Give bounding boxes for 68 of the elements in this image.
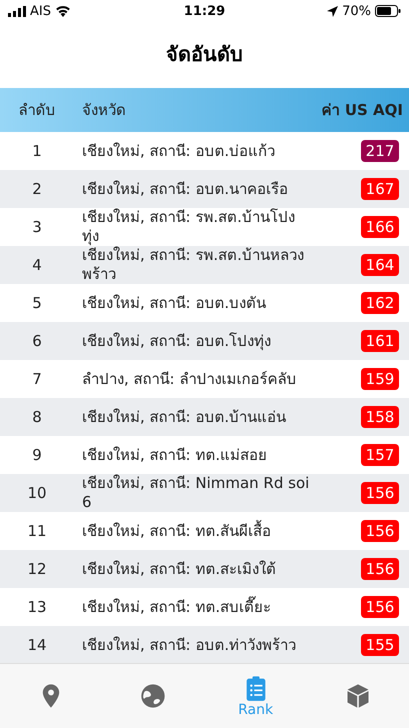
station-name: เชียงใหม่, สถานี: ทต.สะเมิงใต้	[81, 560, 278, 578]
signal-icon	[8, 6, 26, 16]
rank-number: 4	[31, 256, 43, 274]
table-row[interactable]: 5 เชียงใหม่, สถานี: อบต.บงตัน 162	[0, 284, 409, 322]
table-row[interactable]: 14 เชียงใหม่, สถานี: อบต.ท่าวังพร้าว 155	[0, 626, 409, 663]
rank-number: 14	[26, 636, 48, 654]
table-row[interactable]: 12 เชียงใหม่, สถานี: ทต.สะเมิงใต้ 156	[0, 550, 409, 588]
station-name: เชียงใหม่, สถานี: รพ.สต.บ้านโปงทุ่ง	[81, 208, 296, 246]
table-row[interactable]: 3 เชียงใหม่, สถานี: รพ.สต.บ้านโปงทุ่ง 166	[0, 208, 409, 246]
rank-number: 11	[26, 522, 48, 540]
table-row[interactable]: 11 เชียงใหม่, สถานี: ทต.สันผีเสื้อ 156	[0, 512, 409, 550]
station-name: เชียงใหม่, สถานี: อบต.บงตัน	[81, 294, 268, 312]
station-name: ลำปาง, สถานี: ลำปางเมเกอร์คลับ	[81, 370, 298, 388]
station-name: เชียงใหม่, สถานี: อบต.โปงทุ่ง	[81, 332, 272, 350]
table-row[interactable]: 2 เชียงใหม่, สถานี: อบต.นาคอเรือ 167	[0, 170, 409, 208]
table-row[interactable]: 4 เชียงใหม่, สถานี: รพ.สต.บ้านหลวงพร้าว 164	[0, 246, 409, 284]
rank-number: 3	[31, 218, 43, 236]
rank-number: 9	[31, 446, 43, 464]
station-name: เชียงใหม่, สถานี: ทต.แม่สอย	[81, 446, 268, 464]
aqi-value: 159	[361, 368, 399, 390]
station-name: เชียงใหม่, สถานี: Nimman Rd soi 6	[81, 474, 310, 512]
carrier-name: AIS	[30, 4, 51, 18]
aqi-value: 167	[361, 178, 399, 200]
aqi-value: 156	[361, 558, 399, 580]
station-name: เชียงใหม่, สถานี: อบต.บ้านแอ่น	[81, 408, 288, 426]
column-header: ค่า US AQI	[320, 100, 404, 121]
rank-number: 1	[31, 142, 43, 160]
aqi-value: 158	[361, 406, 399, 428]
station-name: เชียงใหม่, สถานี: ทต.สันผีเสื้อ	[81, 522, 272, 540]
rank-number: 7	[31, 370, 43, 388]
aqi-value: 156	[361, 596, 399, 618]
station-name: เชียงใหม่, สถานี: อบต.ท่าวังพร้าว	[81, 636, 298, 654]
column-header: จังหวัด	[82, 101, 126, 119]
rank-number: 6	[31, 332, 43, 350]
station-name: เชียงใหม่, สถานี: ทต.สบเตี๊ยะ	[81, 598, 272, 616]
aqi-value: 161	[361, 330, 399, 352]
rank-number: 13	[26, 598, 48, 616]
rank-number: 8	[31, 408, 43, 426]
battery-icon	[374, 5, 401, 17]
station-name: เชียงใหม่, สถานี: รพ.สต.บ้านหลวงพร้าว	[81, 246, 305, 284]
table-row[interactable]: 13 เชียงใหม่, สถานี: ทต.สบเตี๊ยะ 156	[0, 588, 409, 626]
column-header: ลำดับ	[18, 101, 56, 119]
battery-percent: 70%	[342, 4, 371, 18]
aqi-value: 156	[361, 520, 399, 542]
aqi-value: 217	[361, 140, 399, 162]
table-row[interactable]: 1 เชียงใหม่, สถานี: อบต.บ่อแก้ว 217	[0, 132, 409, 170]
aqi-value: 162	[361, 292, 399, 314]
aqi-value: 166	[361, 216, 399, 238]
status-time: 11:29	[184, 4, 226, 18]
station-name: เชียงใหม่, สถานี: อบต.นาคอเรือ	[81, 180, 290, 198]
table-row[interactable]: 9 เชียงใหม่, สถานี: ทต.แม่สอย 157	[0, 436, 409, 474]
aqi-value: 155	[361, 634, 399, 656]
table-row[interactable]: 7 ลำปาง, สถานี: ลำปางเมเกอร์คลับ 159	[0, 360, 409, 398]
rank-number: 10	[26, 484, 48, 502]
table-row[interactable]: 8 เชียงใหม่, สถานี: อบต.บ้านแอ่น 158	[0, 398, 409, 436]
wifi-icon	[54, 5, 71, 17]
globe-icon	[139, 682, 168, 710]
aqi-value: 156	[361, 482, 399, 504]
table-row[interactable]: 10 เชียงใหม่, สถานี: Nimman Rd soi 6 156	[0, 474, 409, 512]
table-row[interactable]: 6 เชียงใหม่, สถานี: อบต.โปงทุ่ง 161	[0, 322, 409, 360]
location-arrow-icon	[327, 6, 338, 16]
rank-number: 12	[26, 560, 48, 578]
station-name: เชียงใหม่, สถานี: อบต.บ่อแก้ว	[81, 142, 276, 160]
rank-number: 5	[31, 294, 43, 312]
aqi-value: 164	[361, 254, 399, 276]
rank-number: 2	[31, 180, 43, 198]
screen-title: จัดอันดับ	[165, 41, 244, 68]
aqi-value: 157	[361, 444, 399, 466]
